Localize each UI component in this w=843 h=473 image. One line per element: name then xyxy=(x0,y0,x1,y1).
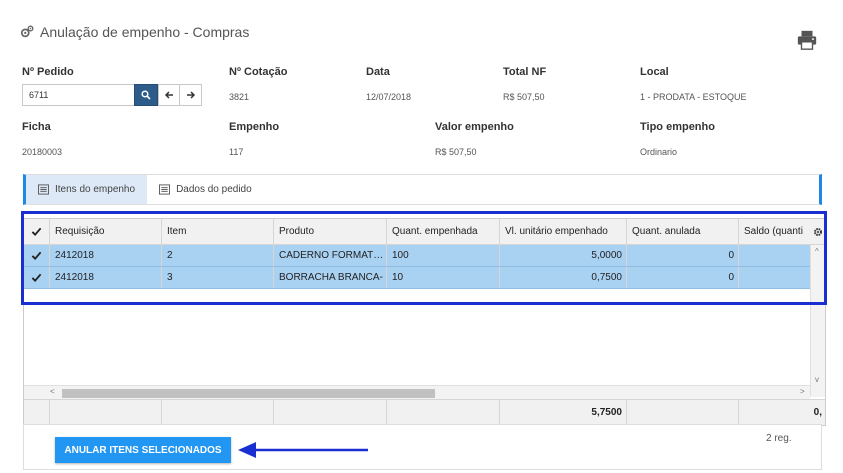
cotacao-label: Nº Cotação xyxy=(229,66,288,78)
vertical-scrollbar[interactable]: ^ v xyxy=(810,245,825,397)
footer-cell xyxy=(627,400,739,425)
col-quant-empenhada[interactable]: Quant. empenhada xyxy=(387,219,500,244)
footer-cell xyxy=(24,400,50,425)
cell-vl-unitario: 0,7500 xyxy=(500,267,627,288)
scroll-down-icon[interactable]: v xyxy=(815,375,819,384)
anular-itens-button[interactable]: ANULAR ITENS SELECIONADOS xyxy=(55,437,231,463)
record-count: 2 reg. xyxy=(766,433,792,444)
footer-saldo-total: 0, xyxy=(813,407,822,418)
col-saldo[interactable]: Saldo (quanti xyxy=(739,219,810,244)
data-label: Data xyxy=(366,66,390,78)
cell-item: 3 xyxy=(162,267,274,288)
next-button[interactable] xyxy=(180,84,202,106)
local-label: Local xyxy=(640,66,669,78)
total-nf-field: Total NF R$ 507,50 xyxy=(503,66,546,102)
tab-dados-pedido[interactable]: Dados do pedido xyxy=(147,175,264,204)
scroll-left-icon[interactable]: < xyxy=(50,387,55,396)
cell-produto: CADERNO FORMAT… xyxy=(274,245,387,266)
valor-empenho-label: Valor empenho xyxy=(435,121,514,133)
scroll-up-icon[interactable]: ^ xyxy=(815,247,819,256)
pedido-field: Nº Pedido xyxy=(22,66,74,78)
cell-quant-anulada: 0 xyxy=(627,245,739,266)
page-title: Anulação de empenho - Compras xyxy=(40,24,250,40)
ficha-value: 20180003 xyxy=(22,147,63,157)
cell-saldo xyxy=(739,245,810,266)
col-vl-unitario[interactable]: Vl. unitário empenhado xyxy=(500,219,627,244)
local-value: 1 - PRODATA - ESTOQUE xyxy=(640,92,747,102)
valor-empenho-value: R$ 507,50 xyxy=(435,147,477,157)
tipo-empenho-label: Tipo empenho xyxy=(640,121,715,133)
action-bar: ANULAR ITENS SELECIONADOS 2 reg. xyxy=(23,424,822,470)
list-icon xyxy=(159,184,171,195)
prev-button[interactable] xyxy=(158,84,180,106)
cotacao-field: Nº Cotação 3821 xyxy=(229,66,287,102)
pedido-label: Nº Pedido xyxy=(22,66,74,78)
items-grid: Requisição Item Produto Quant. empenhada… xyxy=(23,218,826,426)
valor-empenho-field: Valor empenho R$ 507,50 xyxy=(435,121,514,157)
cell-quant-empenhada: 10 xyxy=(387,267,500,288)
ficha-field: Ficha 20180003 xyxy=(22,121,62,157)
local-field: Local 1 - PRODATA - ESTOQUE xyxy=(640,66,747,102)
footer-cell xyxy=(162,400,274,425)
footer-vl-unitario-total: 5,7500 xyxy=(500,400,627,425)
grid-footer: 5,7500 0, xyxy=(24,399,825,425)
search-icon xyxy=(141,90,151,100)
ficha-label: Ficha xyxy=(22,121,51,133)
cell-vl-unitario: 5,0000 xyxy=(500,245,627,266)
table-row[interactable]: 2412018 2 CADERNO FORMAT… 100 5,0000 0 xyxy=(24,245,810,267)
data-field: Data 12/07/2018 xyxy=(366,66,411,102)
grid-header: Requisição Item Produto Quant. empenhada… xyxy=(24,219,825,245)
col-item[interactable]: Item xyxy=(162,219,274,244)
footer-cell xyxy=(387,400,500,425)
page-header: Anulação de empenho - Compras xyxy=(20,24,249,40)
gears-icon xyxy=(20,25,34,38)
col-requisicao[interactable]: Requisição xyxy=(50,219,162,244)
cotacao-value: 3821 xyxy=(229,92,250,102)
tab-label: Dados do pedido xyxy=(176,184,252,195)
printer-icon[interactable] xyxy=(796,29,818,51)
row-checkbox[interactable] xyxy=(24,267,50,288)
check-icon xyxy=(31,251,42,261)
tipo-empenho-value: Ordinario xyxy=(640,147,678,157)
col-quant-anulada[interactable]: Quant. anulada xyxy=(627,219,739,244)
cell-saldo xyxy=(739,267,810,288)
arrow-left-icon xyxy=(164,91,173,99)
check-icon xyxy=(31,273,42,283)
scrollbar-thumb[interactable] xyxy=(62,389,435,398)
table-row[interactable]: 2412018 3 BORRACHA BRANCA- 10 0,7500 0 xyxy=(24,267,810,289)
pedido-input-group xyxy=(22,84,202,106)
select-all-checkbox[interactable] xyxy=(24,219,50,244)
footer-cell xyxy=(274,400,387,425)
data-value: 12/07/2018 xyxy=(366,92,412,102)
tab-itens-empenho[interactable]: Itens do empenho xyxy=(26,175,148,204)
cell-produto: BORRACHA BRANCA- xyxy=(274,267,387,288)
empenho-label: Empenho xyxy=(229,121,280,133)
cell-requisicao: 2412018 xyxy=(50,245,162,266)
total-nf-value: R$ 507,50 xyxy=(503,92,545,102)
empenho-value: 117 xyxy=(229,147,244,157)
tab-label: Itens do empenho xyxy=(55,184,136,195)
horizontal-scrollbar[interactable]: < > xyxy=(24,385,810,399)
scroll-right-icon[interactable]: > xyxy=(800,387,805,396)
list-icon xyxy=(38,184,49,195)
footer-cell xyxy=(50,400,162,425)
cell-quant-anulada: 0 xyxy=(627,267,739,288)
cell-item: 2 xyxy=(162,245,274,266)
gear-icon xyxy=(814,227,822,236)
check-icon xyxy=(31,227,42,237)
search-button[interactable] xyxy=(134,84,158,106)
tabs-bar: Itens do empenho Dados do pedido xyxy=(23,174,822,205)
arrow-right-icon xyxy=(186,91,195,99)
pedido-input[interactable] xyxy=(22,84,134,106)
tipo-empenho-field: Tipo empenho Ordinario xyxy=(640,121,715,157)
row-checkbox[interactable] xyxy=(24,245,50,266)
cell-requisicao: 2412018 xyxy=(50,267,162,288)
col-produto[interactable]: Produto xyxy=(274,219,387,244)
empenho-field: Empenho 117 xyxy=(229,121,279,157)
total-nf-label: Total NF xyxy=(503,66,547,78)
grid-settings-button[interactable] xyxy=(810,219,825,244)
cell-quant-empenhada: 100 xyxy=(387,245,500,266)
